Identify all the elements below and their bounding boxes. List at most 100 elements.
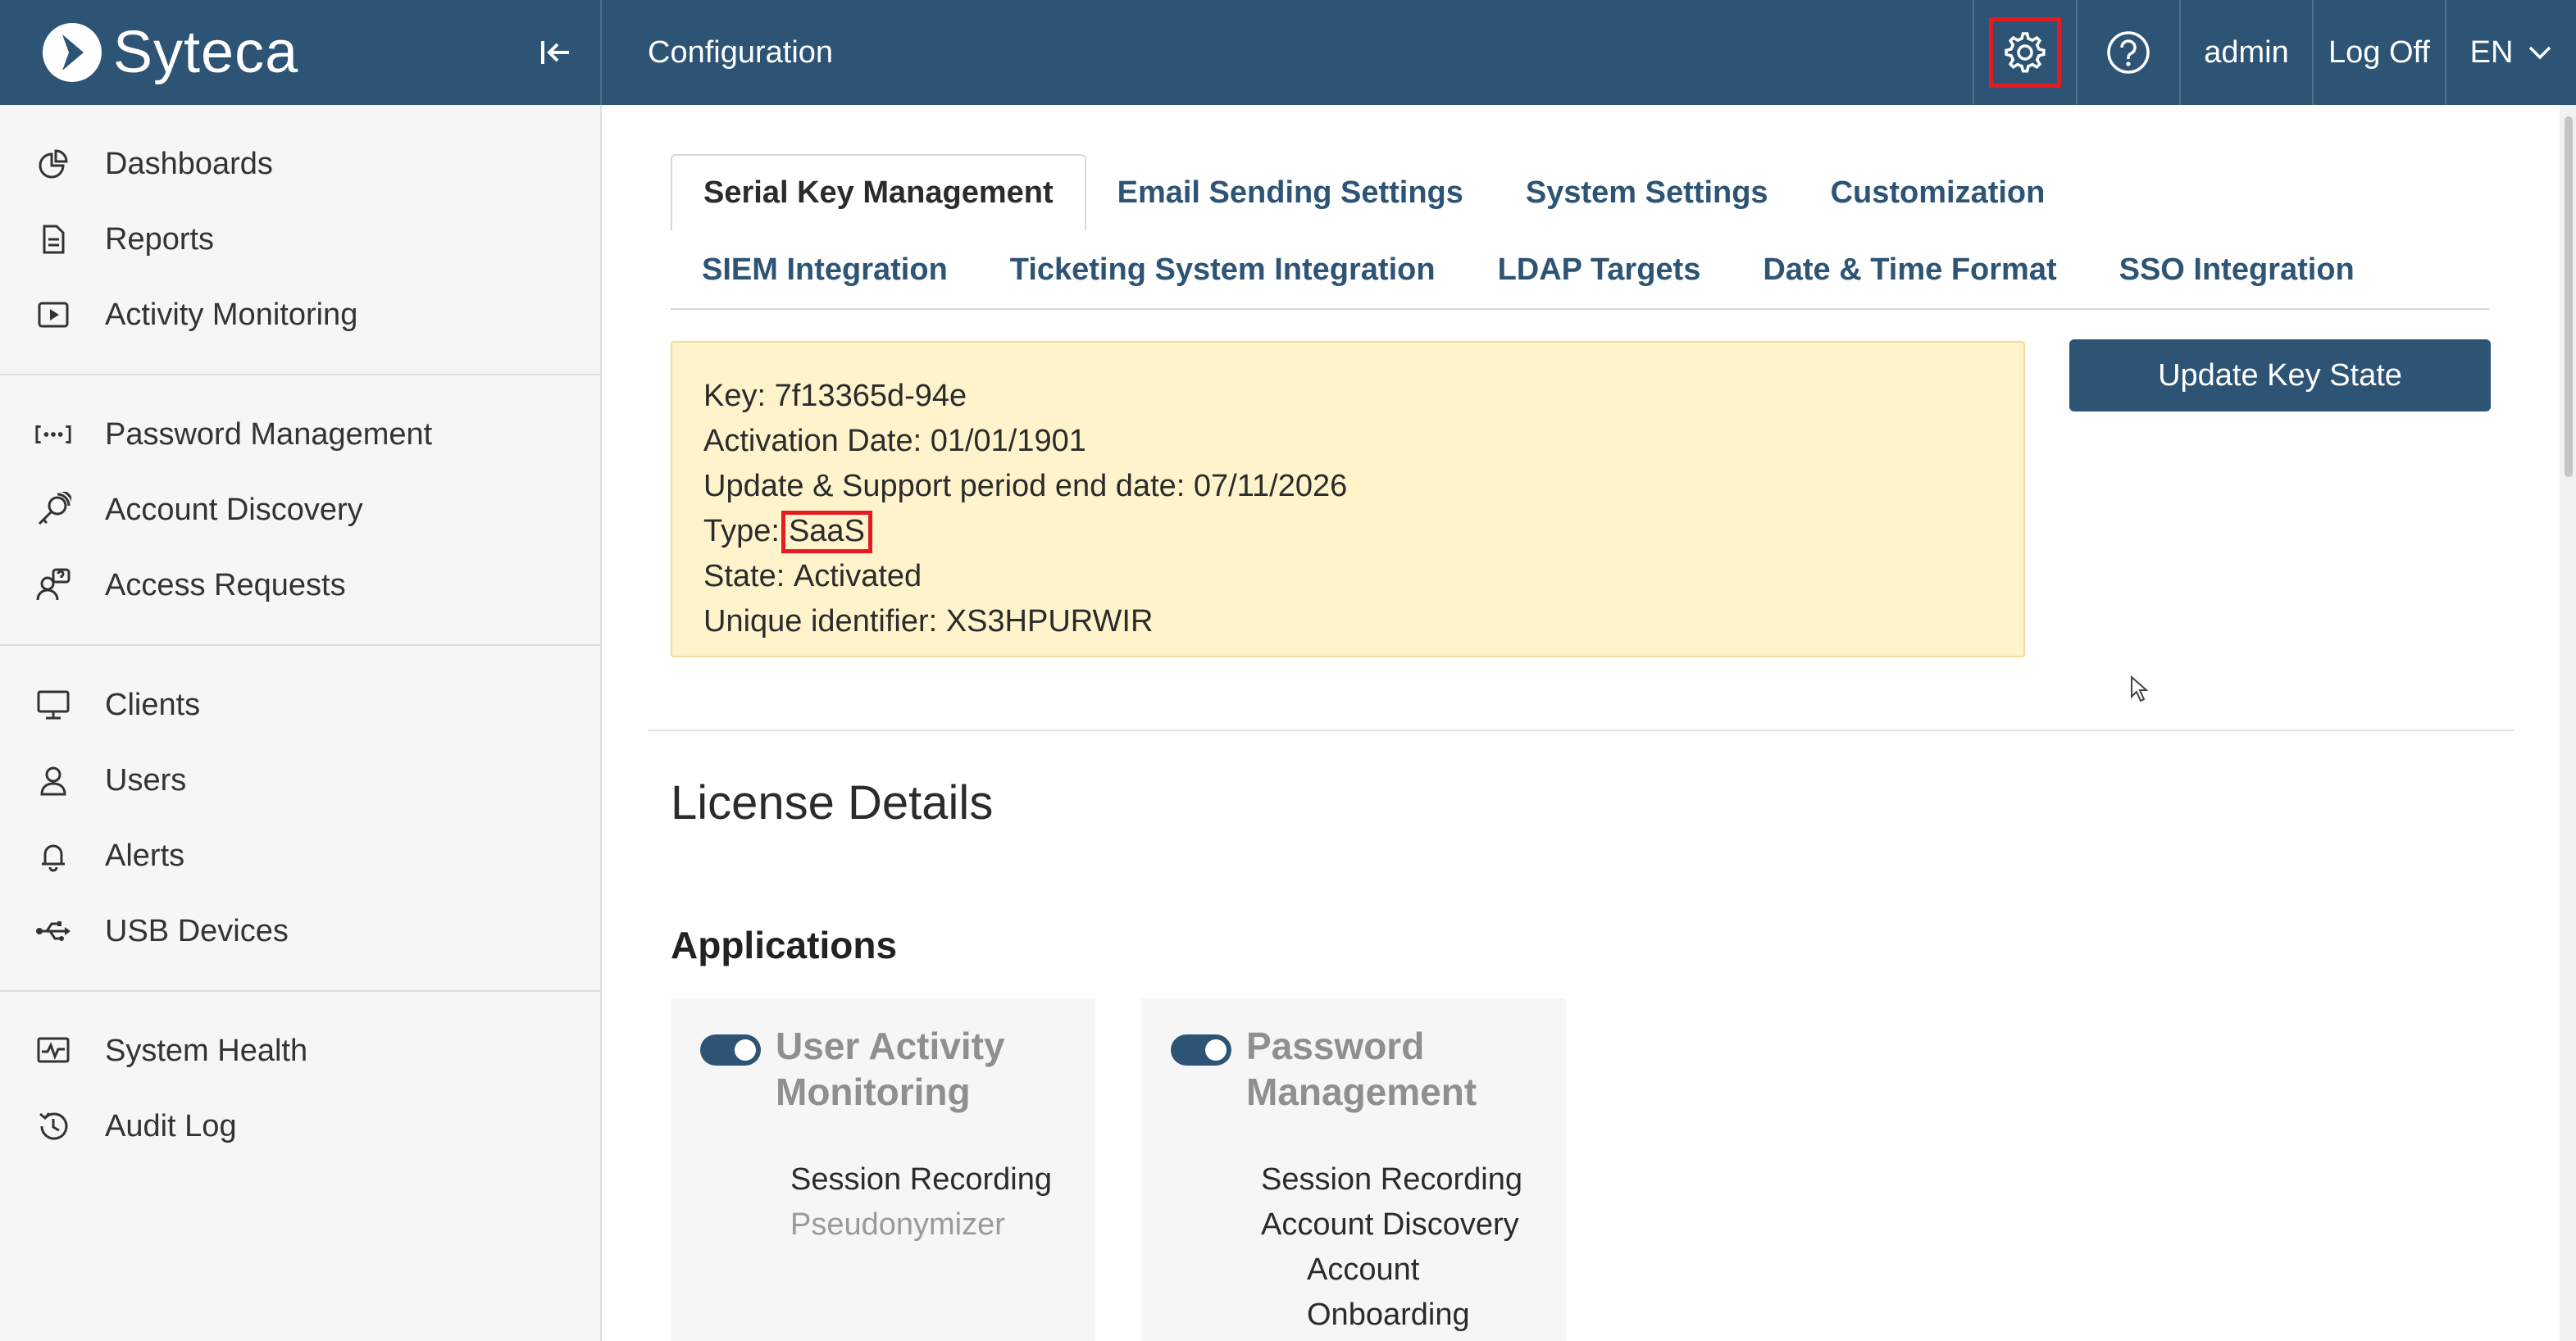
serial-key-info-panel: Key: 7f13365d-94e Activation Date: 01/01… — [671, 341, 2025, 657]
type-value-highlight: SaaS — [781, 510, 872, 553]
sidebar-item-label: Audit Log — [105, 1108, 237, 1143]
sidebar-item-label: Alerts — [105, 838, 185, 873]
help-button[interactable] — [2076, 0, 2179, 105]
uam-toggle[interactable] — [700, 1034, 761, 1066]
feature-item: Pseudonymizer — [790, 1207, 1005, 1242]
tab-serial-key-management[interactable]: Serial Key Management — [671, 154, 1086, 231]
bell-icon — [34, 837, 72, 875]
password-dots-icon — [34, 416, 72, 453]
section-divider — [648, 730, 2514, 731]
sidebar-item-password-management[interactable]: Password Management — [0, 397, 600, 472]
key-label: Key: — [703, 379, 767, 413]
sidebar-item-activity-monitoring[interactable]: Activity Monitoring — [0, 277, 600, 352]
collapse-left-icon — [541, 41, 569, 64]
sidebar-item-audit-log[interactable]: Audit Log — [0, 1089, 600, 1164]
sidebar-item-system-health[interactable]: System Health — [0, 1013, 600, 1089]
update-key-state-button[interactable]: Update Key State — [2069, 339, 2491, 411]
nav-group-monitoring: Dashboards Reports Activity Monitoring — [0, 105, 600, 375]
app-card-password-management: Password Management Session Recording Ac… — [1141, 998, 1566, 1341]
feature-item: Session Recording — [1261, 1162, 1522, 1197]
tab-customization[interactable]: Customization — [1800, 154, 2077, 231]
language-selector[interactable]: EN — [2445, 0, 2576, 105]
tab-row-2: SIEM Integration Ticketing System Integr… — [671, 231, 2489, 308]
activation-label: Activation Date: — [703, 424, 922, 458]
sidebar-item-label: Account Discovery — [105, 492, 363, 527]
support-label: Update & Support period end date: — [703, 469, 1186, 503]
feature-list: Session Recording Pseudonymizer — [790, 1157, 1052, 1248]
sidebar-item-clients[interactable]: Clients — [0, 667, 600, 743]
page-scrollbar[interactable] — [2560, 105, 2576, 1341]
sidebar-item-dashboards[interactable]: Dashboards — [0, 126, 600, 202]
type-value: SaaS — [788, 514, 865, 548]
sidebar-item-access-requests[interactable]: Access Requests — [0, 548, 600, 623]
app-title-line2: Monitoring — [776, 1071, 971, 1113]
user-question-icon — [34, 566, 72, 604]
uid-label: Unique identifier: — [703, 604, 938, 639]
collapse-sidebar-button[interactable] — [531, 30, 580, 75]
feature-item: Account Discovery — [1261, 1207, 1519, 1242]
toggle-knob — [1205, 1039, 1227, 1061]
state-label: State: — [703, 559, 785, 593]
activation-date-line: Activation Date: 01/01/1901 — [703, 419, 1992, 464]
app-title-line1: User Activity — [776, 1025, 1005, 1067]
tab-email-sending-settings[interactable]: Email Sending Settings — [1086, 154, 1495, 231]
sidebar-item-users[interactable]: Users — [0, 743, 600, 818]
tab-date-time-format[interactable]: Date & Time Format — [1732, 231, 2087, 308]
sidebar-item-label: Users — [105, 762, 187, 798]
sidebar-item-usb-devices[interactable]: USB Devices — [0, 893, 600, 969]
nav-group-management: Clients Users Alerts USB Devices — [0, 646, 600, 992]
feature-item: Onboarding — [1307, 1298, 1470, 1332]
state-line: State: Activated — [703, 554, 1992, 599]
support-value: 07/11/2026 — [1193, 469, 1348, 503]
app-card-title: Password Management — [1246, 1023, 1477, 1115]
mouse-cursor-icon — [2130, 675, 2150, 707]
sidebar-item-label: Password Management — [105, 416, 433, 452]
key-value: 7f13365d-94e — [774, 379, 967, 413]
page-title: Configuration — [648, 34, 834, 70]
tab-siem-integration[interactable]: SIEM Integration — [671, 231, 979, 308]
applications-title: Applications — [671, 924, 898, 966]
chevron-down-icon — [2529, 46, 2551, 60]
tab-ldap-targets[interactable]: LDAP Targets — [1467, 231, 1732, 308]
settings-tabs: Serial Key Management Email Sending Sett… — [671, 154, 2489, 310]
app-card-user-activity-monitoring: User Activity Monitoring Session Recordi… — [671, 998, 1095, 1341]
logoff-button[interactable]: Log Off — [2312, 0, 2445, 105]
support-period-line: Update & Support period end date: 07/11/… — [703, 464, 1992, 509]
feature-item: Session Recording — [790, 1162, 1052, 1197]
settings-button[interactable] — [1973, 0, 2076, 105]
sidebar-item-label: Dashboards — [105, 146, 273, 181]
brand-area: Syteca — [0, 0, 602, 105]
unique-identifier-line: Unique identifier: XS3HPURWIR — [703, 599, 1992, 644]
tab-sso-integration[interactable]: SSO Integration — [2088, 231, 2386, 308]
usb-icon — [34, 912, 72, 950]
app-title-line1: Password — [1246, 1025, 1425, 1067]
scrollbar-thumb[interactable] — [2565, 116, 2573, 477]
play-icon — [34, 296, 72, 334]
history-icon — [34, 1107, 72, 1145]
logo-text: Syteca — [113, 20, 299, 85]
help-circle-icon — [2107, 31, 2150, 74]
gear-icon — [2005, 32, 2046, 73]
nav-group-system: System Health Audit Log — [0, 992, 600, 1185]
feature-list: Session Recording Account Discovery Acco… — [1261, 1157, 1522, 1338]
sidebar-item-account-discovery[interactable]: Account Discovery — [0, 472, 600, 548]
language-label: EN — [2469, 34, 2514, 70]
uid-value: XS3HPURWIR — [945, 604, 1154, 639]
license-details-title: License Details — [671, 776, 994, 830]
tab-system-settings[interactable]: System Settings — [1495, 154, 1800, 231]
top-actions: admin Log Off EN — [1973, 0, 2576, 105]
type-line: Type: SaaS — [703, 509, 1992, 554]
top-bar: Syteca Configuration admin Log Off EN — [0, 0, 2576, 105]
state-value: Activated — [793, 559, 922, 593]
sidebar-item-label: Activity Monitoring — [105, 297, 358, 332]
feature-item: Account — [1307, 1252, 1420, 1287]
sidebar-item-label: Access Requests — [105, 567, 346, 602]
key-search-icon — [34, 491, 72, 529]
tab-ticketing-system-integration[interactable]: Ticketing System Integration — [979, 231, 1467, 308]
user-menu[interactable]: admin — [2179, 0, 2312, 105]
pam-toggle[interactable] — [1171, 1034, 1231, 1066]
sidebar-item-reports[interactable]: Reports — [0, 202, 600, 277]
nav-group-pam: Password Management Account Discovery Ac… — [0, 375, 600, 646]
tab-row-1: Serial Key Management Email Sending Sett… — [671, 154, 2489, 231]
sidebar-item-alerts[interactable]: Alerts — [0, 818, 600, 893]
